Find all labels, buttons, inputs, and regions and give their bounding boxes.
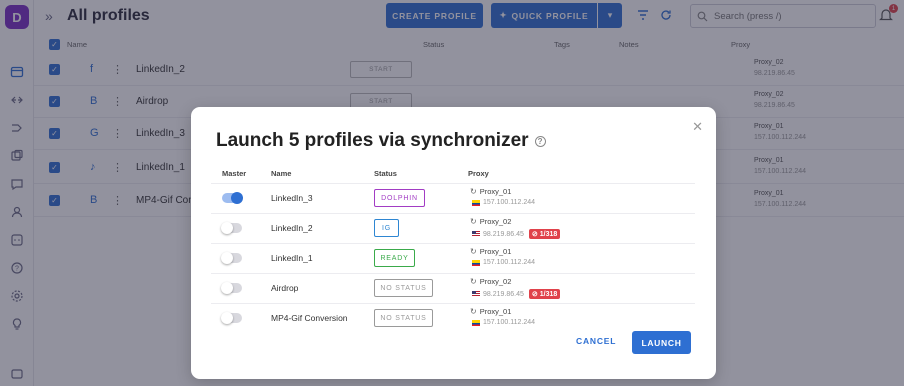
refresh-icon[interactable]: ↻	[470, 277, 477, 286]
dialog-title-text: Launch 5 profiles via synchronizer	[216, 130, 529, 151]
proxy-ip-text: 98.219.86.45	[483, 230, 524, 238]
column-master: Master	[222, 169, 247, 178]
flag-icon	[472, 199, 480, 206]
proxy-name: ↻ Proxy_01	[470, 187, 511, 196]
proxy-ip: 98.219.86.45 ⊘ 1/318	[472, 229, 561, 239]
launch-button[interactable]: LAUNCH	[632, 331, 691, 354]
warning-icon: ⊘	[531, 231, 538, 238]
status-badge: NO STATUS	[374, 309, 433, 327]
proxy-name-text: Proxy_01	[479, 187, 512, 196]
proxy-name: ↻ Proxy_02	[470, 277, 511, 286]
status-badge: NO STATUS	[374, 279, 433, 297]
column-name: Name	[271, 169, 292, 178]
status-badge: READY	[374, 249, 415, 267]
flag-icon	[472, 319, 480, 326]
proxy-name-text: Proxy_01	[479, 307, 512, 316]
master-toggle[interactable]	[222, 192, 243, 204]
profile-name: LinkedIn_3	[271, 193, 313, 203]
profile-name: MP4-Gif Conversion	[271, 313, 348, 323]
column-status: Status	[374, 169, 397, 178]
profile-name: Airdrop	[271, 283, 299, 293]
dialog-row: LinkedIn_3 DOLPHIN ↻ Proxy_01 157.100.112…	[211, 183, 695, 213]
flag-icon	[472, 291, 480, 297]
proxy-ip: 157.100.112.244	[472, 319, 535, 326]
proxy-error-badge: ⊘ 1/318	[528, 229, 561, 239]
proxy-ip-text: 157.100.112.244	[483, 259, 536, 266]
proxy-error-badge: ⊘ 1/318	[528, 289, 561, 299]
dialog-row: LinkedIn_2 IG ↻ Proxy_02 98.219.86.45 ⊘ 1/3…	[211, 213, 695, 243]
master-toggle[interactable]	[221, 312, 242, 324]
proxy-name: ↻ Proxy_01	[470, 307, 511, 316]
flag-icon	[472, 231, 480, 237]
master-toggle[interactable]	[221, 222, 242, 234]
proxy-ip-text: 157.100.112.244	[483, 199, 536, 206]
proxy-ip-text: 98.219.86.45	[483, 290, 524, 298]
proxy-name-text: Proxy_01	[479, 247, 512, 256]
status-badge: DOLPHIN	[374, 189, 425, 207]
proxy-error-text: 1/318	[539, 230, 558, 238]
launch-synchronizer-dialog: ✕ Launch 5 profiles via synchronizer ? M…	[191, 107, 716, 379]
dialog-title: Launch 5 profiles via synchronizer ?	[216, 130, 546, 152]
profile-name: LinkedIn_1	[271, 253, 313, 263]
refresh-icon[interactable]: ↻	[470, 247, 477, 256]
proxy-error-text: 1/318	[539, 290, 558, 298]
refresh-icon[interactable]: ↻	[470, 307, 477, 316]
dialog-row: MP4-Gif Conversion NO STATUS ↻ Proxy_01 1…	[211, 303, 695, 333]
dialog-table-header: Master Name Status Proxy	[191, 167, 716, 183]
flag-icon	[472, 259, 480, 266]
proxy-name-text: Proxy_02	[479, 217, 512, 226]
proxy-ip: 98.219.86.45 ⊘ 1/318	[472, 289, 561, 299]
refresh-icon[interactable]: ↻	[470, 187, 477, 196]
warning-icon: ⊘	[531, 291, 538, 298]
proxy-name: ↻ Proxy_01	[470, 247, 511, 256]
master-toggle[interactable]	[221, 282, 242, 294]
profile-name: LinkedIn_2	[271, 223, 313, 233]
refresh-icon[interactable]: ↻	[470, 217, 477, 226]
status-badge: IG	[374, 219, 399, 237]
cancel-button[interactable]: CANCEL	[576, 336, 616, 346]
dialog-row: Airdrop NO STATUS ↻ Proxy_02 98.219.86.45…	[211, 273, 695, 303]
proxy-ip: 157.100.112.244	[472, 259, 535, 266]
proxy-name: ↻ Proxy_02	[470, 217, 511, 226]
proxy-name-text: Proxy_02	[479, 277, 512, 286]
close-icon[interactable]: ✕	[692, 120, 703, 133]
help-icon[interactable]: ?	[534, 135, 546, 147]
proxy-ip-text: 157.100.112.244	[483, 319, 536, 326]
proxy-ip: 157.100.112.244	[472, 199, 535, 206]
master-toggle[interactable]	[221, 252, 242, 264]
column-proxy: Proxy	[468, 169, 489, 178]
dialog-row: LinkedIn_1 READY ↻ Proxy_01 157.100.112.2…	[211, 243, 695, 273]
